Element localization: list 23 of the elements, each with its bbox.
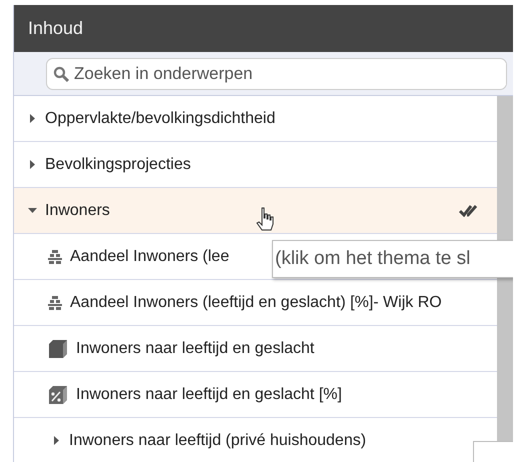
item-label: Inwoners naar leeftijd en geslacht	[76, 340, 314, 358]
item-label: Oppervlakte/bevolkingsdichtheid	[45, 110, 276, 128]
search-field[interactable]: Zoeken in onderwerpen	[46, 58, 507, 90]
layers-icon	[48, 250, 62, 264]
item-label: Aandeel Inwoners (leeftijd en geslacht) [%]- Wijk RO	[70, 294, 442, 312]
cube-icon	[48, 338, 68, 358]
caret-icon[interactable]	[28, 160, 37, 169]
percent-cube-icon	[48, 384, 68, 404]
double-check-icon[interactable]	[459, 204, 479, 216]
tooltip: (klik om het thema te sl	[272, 240, 513, 278]
caret-icon[interactable]	[28, 114, 37, 123]
hand-cursor-icon	[256, 207, 274, 231]
item-label: Inwoners	[45, 202, 110, 220]
caret-icon[interactable]	[52, 436, 61, 445]
search-icon	[53, 66, 69, 82]
item-label: Aandeel Inwoners (lee	[70, 248, 230, 266]
panel-title: Inhoud	[28, 18, 84, 39]
tree-item[interactable]: Inwoners	[14, 188, 497, 234]
item-label: Inwoners naar leeftijd (privé huishoudens)	[69, 432, 366, 450]
item-label: Bevolkingsprojecties	[45, 156, 191, 174]
item-label: Inwoners naar leeftijd en geslacht [%]	[76, 386, 342, 404]
caret-icon[interactable]	[28, 206, 37, 215]
layers-icon	[48, 296, 62, 310]
